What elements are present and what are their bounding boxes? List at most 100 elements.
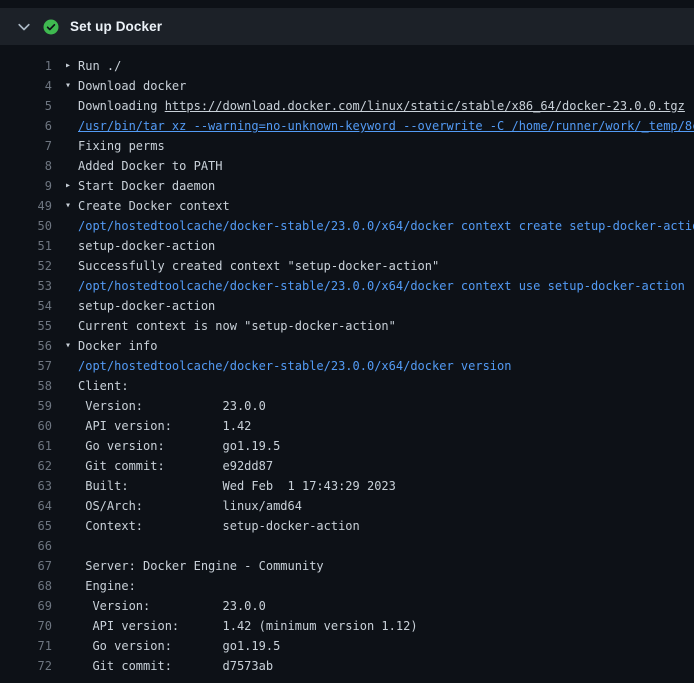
toggle-spacer: [65, 236, 78, 256]
line-number[interactable]: 4: [0, 76, 52, 96]
group-collapse-triangle-icon[interactable]: ▾: [65, 76, 78, 96]
toggle-spacer: [65, 476, 78, 496]
line-number[interactable]: 65: [0, 516, 52, 536]
log-text: [78, 536, 694, 556]
log-segment: Version: 23.0.0: [78, 599, 266, 613]
toggle-spacer: [65, 536, 78, 556]
log-line: 8Added Docker to PATH: [0, 156, 694, 176]
chevron-down-icon[interactable]: [16, 19, 32, 35]
log-segment: Current context is now "setup-docker-act…: [78, 319, 396, 333]
line-number[interactable]: 69: [0, 596, 52, 616]
log-line: 64 OS/Arch: linux/amd64: [0, 496, 694, 516]
log-text: Downloading https://download.docker.com/…: [78, 96, 694, 116]
toggle-spacer: [65, 456, 78, 476]
log-link[interactable]: /usr/bin/tar xz --warning=no-unknown-key…: [78, 119, 694, 133]
log-text: API version: 1.42: [78, 416, 694, 436]
log-line: 53/opt/hostedtoolcache/docker-stable/23.…: [0, 276, 694, 296]
line-number[interactable]: 49: [0, 196, 52, 216]
line-number[interactable]: 70: [0, 616, 52, 636]
line-number[interactable]: 55: [0, 316, 52, 336]
line-number[interactable]: 60: [0, 416, 52, 436]
log-text: Current context is now "setup-docker-act…: [78, 316, 694, 336]
line-number[interactable]: 53: [0, 276, 52, 296]
line-number[interactable]: 64: [0, 496, 52, 516]
actions-log-viewer: Set up Docker 1▸Run ./4▾Download docker5…: [0, 0, 694, 683]
log-text: Download docker: [78, 76, 694, 96]
toggle-spacer: [65, 136, 78, 156]
group-collapse-triangle-icon[interactable]: ▾: [65, 336, 78, 356]
log-text: API version: 1.42 (minimum version 1.12): [78, 616, 694, 636]
log-line: 70 API version: 1.42 (minimum version 1.…: [0, 616, 694, 636]
line-number[interactable]: 51: [0, 236, 52, 256]
log-segment: OS/Arch: linux/amd64: [78, 499, 302, 513]
line-number[interactable]: 6: [0, 116, 52, 136]
log-text: /opt/hostedtoolcache/docker-stable/23.0.…: [78, 276, 694, 296]
log-line[interactable]: 1▸Run ./: [0, 56, 694, 76]
log-segment: /opt/hostedtoolcache/docker-stable/23.0.…: [78, 219, 694, 233]
toggle-spacer: [65, 656, 78, 676]
log-text: Start Docker daemon: [78, 176, 694, 196]
log-line: 61 Go version: go1.19.5: [0, 436, 694, 456]
log-segment: Fixing perms: [78, 139, 165, 153]
group-expand-triangle-icon[interactable]: ▸: [65, 56, 78, 76]
toggle-spacer: [65, 356, 78, 376]
line-number[interactable]: 1: [0, 56, 52, 76]
log-text: /opt/hostedtoolcache/docker-stable/23.0.…: [78, 356, 694, 376]
log-segment: setup-docker-action: [78, 239, 215, 253]
toggle-spacer: [65, 216, 78, 236]
log-line[interactable]: 49 ▾Create Docker context: [0, 196, 694, 216]
log-line: 50/opt/hostedtoolcache/docker-stable/23.…: [0, 216, 694, 236]
log-segment: Context: setup-docker-action: [78, 519, 360, 533]
log-text: Fixing perms: [78, 136, 694, 156]
step-header[interactable]: Set up Docker: [0, 8, 694, 45]
log-line: 58 Client:: [0, 376, 694, 396]
log-text: Server: Docker Engine - Community: [78, 556, 694, 576]
toggle-spacer: [65, 96, 78, 116]
log-line: 60 API version: 1.42: [0, 416, 694, 436]
line-number[interactable]: 62: [0, 456, 52, 476]
line-number[interactable]: 68: [0, 576, 52, 596]
line-number[interactable]: 57: [0, 356, 52, 376]
log-link[interactable]: https://download.docker.com/linux/static…: [165, 99, 685, 113]
log-line: 72 Git commit: d7573ab: [0, 656, 694, 676]
line-number[interactable]: 71: [0, 636, 52, 656]
line-number[interactable]: 52: [0, 256, 52, 276]
log-line: 66: [0, 536, 694, 556]
line-number[interactable]: 8: [0, 156, 52, 176]
line-number[interactable]: 66: [0, 536, 52, 556]
log-line[interactable]: 9 ▸Start Docker daemon: [0, 176, 694, 196]
log-line: 63 Built: Wed Feb 1 17:43:29 2023: [0, 476, 694, 496]
log-segment: Client:: [78, 379, 129, 393]
line-number[interactable]: 61: [0, 436, 52, 456]
toggle-spacer: [65, 256, 78, 276]
line-number[interactable]: 9: [0, 176, 52, 196]
line-number[interactable]: 5: [0, 96, 52, 116]
log-line[interactable]: 56▾Docker info: [0, 336, 694, 356]
line-number[interactable]: 63: [0, 476, 52, 496]
toggle-spacer: [65, 556, 78, 576]
line-number[interactable]: 59: [0, 396, 52, 416]
log-line: 71 Go version: go1.19.5: [0, 636, 694, 656]
line-number[interactable]: 7: [0, 136, 52, 156]
group-expand-triangle-icon[interactable]: ▸: [65, 176, 78, 196]
log-text: /usr/bin/tar xz --warning=no-unknown-key…: [78, 116, 694, 136]
line-number[interactable]: 56: [0, 336, 52, 356]
line-number[interactable]: 50: [0, 216, 52, 236]
toggle-spacer: [65, 376, 78, 396]
log-line: 54setup-docker-action: [0, 296, 694, 316]
line-number[interactable]: 58: [0, 376, 52, 396]
log-segment: Server: Docker Engine - Community: [78, 559, 324, 573]
log-text: Successfully created context "setup-dock…: [78, 256, 694, 276]
log-text: Git commit: d7573ab: [78, 656, 694, 676]
line-number[interactable]: 72: [0, 656, 52, 676]
log-line: 52 Successfully created context "setup-do…: [0, 256, 694, 276]
log-segment: API version: 1.42: [78, 419, 251, 433]
log-text: Create Docker context: [78, 196, 694, 216]
line-number[interactable]: 54: [0, 296, 52, 316]
log-segment: Successfully created context "setup-dock…: [78, 259, 439, 273]
log-line[interactable]: 4 ▾Download docker: [0, 76, 694, 96]
log-segment: Start Docker daemon: [78, 179, 215, 193]
line-number[interactable]: 67: [0, 556, 52, 576]
group-collapse-triangle-icon[interactable]: ▾: [65, 196, 78, 216]
log-text: Git commit: e92dd87: [78, 456, 694, 476]
